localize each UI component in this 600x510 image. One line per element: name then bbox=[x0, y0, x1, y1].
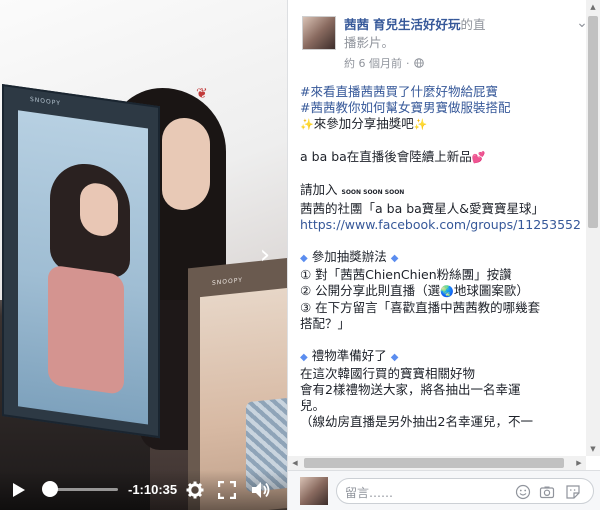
product-box-left-photo bbox=[18, 110, 148, 425]
author-name-link[interactable]: 茜茜 bbox=[344, 17, 369, 32]
post-text-line: 來參加分享抽獎吧 bbox=[313, 116, 414, 131]
post-text-line: 會有2樣禮物送大家，將各抽出一名幸運 bbox=[300, 382, 521, 397]
blue-diamond-icon: ◆ bbox=[390, 352, 399, 363]
product-box-left: SNOOPY bbox=[2, 84, 160, 439]
horizontal-scrollbar[interactable]: ◀ ▶ bbox=[288, 456, 586, 470]
post-text-line: 禮物準備好了 bbox=[311, 348, 387, 363]
vertical-scrollbar[interactable]: ▲ ▼ bbox=[586, 0, 600, 456]
post-body: #來看直播茜茜買了什麼好物給屁寶 #茜茜教你如何幫女寶男寶做服裝搭配 ✨來參加分… bbox=[300, 84, 581, 456]
post-text-line: 搭配？」 bbox=[300, 316, 351, 331]
product-box-right-brand: SNOOPY bbox=[212, 276, 243, 287]
blue-diamond-icon: ◆ bbox=[390, 253, 399, 264]
time-remaining: -1:10:35 bbox=[128, 482, 178, 497]
group-url-link[interactable]: https://www.facebook.com/groups/11253552… bbox=[300, 217, 581, 232]
post-text-line: a ba ba在直播後會陸續上新品 bbox=[300, 149, 472, 164]
fullscreen-icon bbox=[218, 481, 236, 499]
comment-input[interactable]: 留言…… bbox=[336, 478, 594, 504]
chevron-right-icon[interactable]: › bbox=[254, 240, 276, 270]
fullscreen-button[interactable] bbox=[216, 480, 238, 500]
post-meta: 約 6 個月前 · bbox=[344, 55, 424, 71]
emoji-icon[interactable] bbox=[515, 484, 531, 500]
post-text-line: ③ 在下方留言「喜歡直播中茜茜教的哪幾套 bbox=[300, 300, 541, 315]
post-text-line: 地球圖案歐） bbox=[453, 283, 529, 298]
post-text-line: 參加抽獎辦法 bbox=[311, 249, 387, 264]
author-line: 茜茜 育兒生活好好玩的直 播影片。 bbox=[344, 16, 564, 52]
play-icon bbox=[13, 483, 25, 497]
blue-diamond-icon: ◆ bbox=[300, 253, 308, 264]
scroll-down-icon[interactable]: ▼ bbox=[586, 442, 600, 456]
vertical-scroll-thumb[interactable] bbox=[588, 16, 598, 228]
sparkle-icon: ✨ bbox=[413, 118, 428, 131]
hashtag-link[interactable]: #茜茜教你如何幫女寶男寶做服裝搭配 bbox=[300, 100, 510, 115]
post-text-line: ① 對「茜茜ChienChien粉絲團」按讚 bbox=[300, 267, 512, 282]
post-text-line: 兒。 bbox=[300, 398, 326, 413]
avatar[interactable] bbox=[302, 16, 336, 50]
flower-decoration: ❦ bbox=[196, 86, 208, 102]
page-name-link[interactable]: 育兒生活好好玩 bbox=[373, 17, 461, 32]
sparkle-icon: ✨ bbox=[300, 118, 314, 131]
progress-knob[interactable] bbox=[41, 481, 58, 497]
scroll-left-icon[interactable]: ◀ bbox=[288, 456, 302, 470]
heart-icon: 💕 bbox=[471, 151, 486, 164]
hashtag-link[interactable]: #來看直播茜茜買了什麼好物給屁寶 bbox=[300, 84, 498, 99]
scroll-up-icon[interactable]: ▲ bbox=[586, 0, 600, 14]
sticker-icon[interactable] bbox=[565, 484, 581, 500]
settings-button[interactable] bbox=[184, 480, 206, 500]
baby-carrier bbox=[48, 264, 124, 396]
post-text-line: 請加入 bbox=[300, 182, 338, 197]
video-controls: -1:10:35 bbox=[0, 470, 287, 510]
horizontal-scroll-thumb[interactable] bbox=[304, 458, 564, 468]
video-presenter-face bbox=[162, 118, 210, 210]
blue-diamond-icon: ◆ bbox=[300, 352, 308, 363]
avatar bbox=[300, 477, 328, 505]
volume-button[interactable] bbox=[250, 480, 272, 500]
post-text-line: 茜茜的社團「a ba ba寶星人&愛寶寶星球」 bbox=[300, 201, 545, 216]
earth-icon: 🌏 bbox=[440, 285, 454, 298]
product-box-left-brand: SNOOPY bbox=[30, 95, 61, 108]
post-timestamp[interactable]: 約 6 個月前 bbox=[344, 55, 402, 71]
post-header: 茜茜 育兒生活好好玩的直 播影片。 約 6 個月前 · ⌄ bbox=[288, 0, 600, 78]
video-player[interactable]: SNOOPY SNOOPY ❦ › -1:10:35 bbox=[0, 0, 287, 510]
author-suffix-2: 播影片。 bbox=[344, 35, 395, 50]
volume-icon bbox=[252, 482, 270, 498]
post-panel: 茜茜 育兒生活好好玩的直 播影片。 約 6 個月前 · ⌄ #來看直播茜茜買了什… bbox=[287, 0, 600, 510]
post-text-line: 在這次韓國行買的寶寶相關好物 bbox=[300, 366, 476, 381]
play-button[interactable] bbox=[10, 480, 28, 500]
soon-arrows-icon: SOON SOON SOON bbox=[341, 189, 405, 196]
comment-bar: 留言…… bbox=[288, 470, 600, 510]
post-text-line: （線幼房直播是另外抽出2名幸運兒，不一 bbox=[300, 414, 533, 429]
author-suffix: 的直 bbox=[460, 17, 486, 32]
scroll-right-icon[interactable]: ▶ bbox=[572, 456, 586, 470]
comment-placeholder: 留言…… bbox=[345, 486, 394, 500]
post-text-line: ② 公開分享此則直播（選 bbox=[300, 283, 441, 298]
camera-icon[interactable] bbox=[539, 484, 555, 500]
settings-icon bbox=[186, 481, 204, 499]
model-face bbox=[80, 180, 118, 239]
globe-icon bbox=[413, 58, 424, 68]
